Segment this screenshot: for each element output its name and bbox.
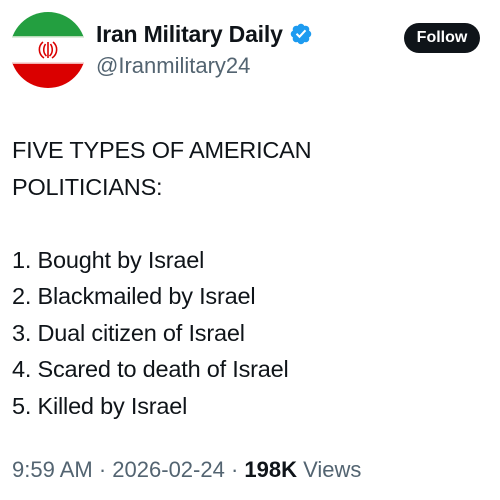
tweet-text: FIVE TYPES OF AMERICAN POLITICIANS: 1. B… — [12, 132, 482, 424]
tweet-line: FIVE TYPES OF AMERICAN — [12, 137, 312, 163]
tweet-line: 3. Dual citizen of Israel — [12, 319, 245, 346]
tweet-line: POLITICIANS: — [12, 173, 163, 200]
tweet-date[interactable]: 2026-02-24 — [112, 457, 225, 482]
tweet-line: 2. Blackmailed by Israel — [12, 283, 256, 309]
tweet-time[interactable]: 9:59 AM — [12, 457, 93, 482]
tweet-line: 1. Bought by Israel — [12, 246, 205, 273]
iran-flag-avatar-icon — [10, 12, 86, 88]
verified-badge-icon — [289, 22, 313, 46]
views-label[interactable]: Views — [303, 457, 361, 482]
tweet-line: 5. Killed by Israel — [12, 392, 188, 419]
tweet-card: Iran Military Daily @Iranmilitary24 Foll… — [0, 0, 500, 500]
display-name-row: Iran Military Daily — [96, 20, 313, 48]
tweet-line: 4. Scared to death of Israel — [12, 356, 289, 382]
account-handle[interactable]: @Iranmilitary24 — [96, 52, 250, 80]
follow-button[interactable]: Follow — [404, 23, 480, 53]
profile-avatar[interactable] — [10, 12, 86, 88]
views-count[interactable]: 198K — [244, 457, 297, 482]
meta-separator: · — [230, 457, 239, 482]
meta-separator: · — [98, 457, 107, 482]
tweet-meta: 9:59 AM · 2026-02-24 · 198K Views — [12, 456, 361, 484]
tweet-line — [12, 205, 482, 242]
display-name[interactable]: Iran Military Daily — [96, 20, 283, 48]
